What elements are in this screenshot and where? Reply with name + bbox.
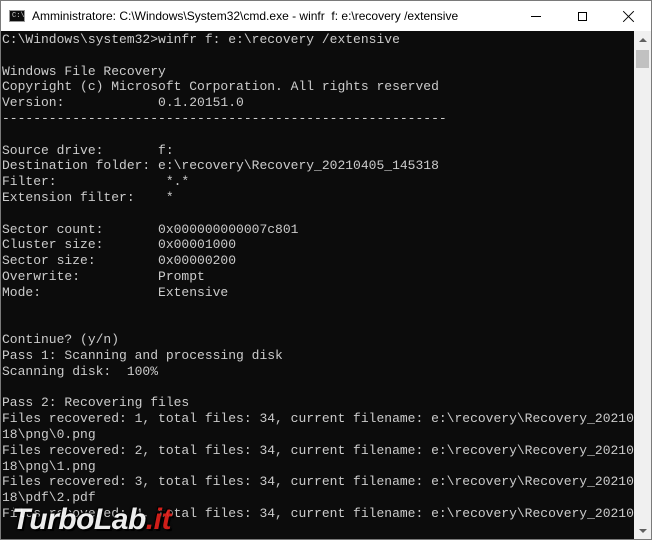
console-line: Files recovered: 2, total files: 34, cur…	[2, 442, 635, 458]
window-title: Amministratore: C:\Windows\System32\cmd.…	[32, 9, 459, 23]
console-line: Scanning disk: 100%	[2, 363, 159, 379]
console-line: Windows File Recovery	[2, 63, 166, 79]
console-line: 18\png\0.png	[2, 426, 96, 442]
vertical-scrollbar[interactable]	[634, 31, 651, 539]
console-line: C:\Windows\system32>winfr f: e:\recovery…	[2, 32, 400, 47]
console-line: Filter: *.*	[2, 174, 190, 190]
console-line: Overwrite: Prompt	[2, 268, 205, 284]
scroll-up-button[interactable]	[634, 31, 651, 48]
console-line: Pass 2: Recovering files	[2, 395, 190, 411]
title-bar[interactable]: C:\ Amministratore: C:\Windows\System32\…	[1, 1, 651, 31]
arrow-up-icon	[638, 37, 647, 42]
console-line: Destination folder: e:\recovery\Recovery…	[2, 158, 439, 174]
minimize-button[interactable]	[513, 1, 559, 31]
console-line: Sector size: 0x00000200	[2, 253, 237, 269]
turbolab-watermark: TurboLab.it	[12, 503, 171, 537]
watermark-name: TurboLab	[12, 503, 146, 536]
console-line: Pass 1: Scanning and processing disk	[2, 347, 283, 363]
close-icon	[623, 11, 634, 22]
console-output[interactable]: C:\Windows\system32>winfr f: e:\recovery…	[1, 31, 635, 539]
minimize-icon	[531, 15, 541, 17]
close-button[interactable]	[605, 1, 651, 31]
app-icon-glyph: C:\	[12, 12, 25, 20]
watermark-tld: .it	[145, 503, 172, 536]
maximize-icon	[577, 11, 587, 21]
console-line: Extension filter: *	[2, 189, 174, 205]
console-text: C:\Windows\system32>winfr f: e:\recovery…	[2, 32, 635, 522]
console-line: Sector count: 0x000000000007c801	[2, 221, 299, 237]
cmd-app-icon[interactable]: C:\	[9, 10, 25, 22]
console-line: Cluster size: 0x00001000	[2, 237, 237, 253]
console-line: 18\png\1.png	[2, 458, 96, 474]
scroll-thumb[interactable]	[636, 50, 649, 68]
console-line: ----------------------------------------…	[2, 110, 447, 126]
console-line: Version: 0.1.20151.0	[2, 95, 244, 111]
console-line: Files recovered: 3, total files: 34, cur…	[2, 474, 635, 490]
console-line: Files recovered: 1, total files: 34, cur…	[2, 411, 635, 427]
scroll-down-button[interactable]	[634, 522, 651, 539]
cmd-window: C:\ Amministratore: C:\Windows\System32\…	[0, 0, 652, 540]
maximize-button[interactable]	[559, 1, 605, 31]
console-line: Copyright (c) Microsoft Corporation. All…	[2, 79, 439, 95]
console-line: Continue? (y/n)	[2, 332, 120, 348]
window-controls	[513, 1, 651, 31]
arrow-down-icon	[638, 528, 647, 533]
console-line: Mode: Extensive	[2, 284, 229, 300]
console-line: Source drive: f:	[2, 142, 174, 158]
